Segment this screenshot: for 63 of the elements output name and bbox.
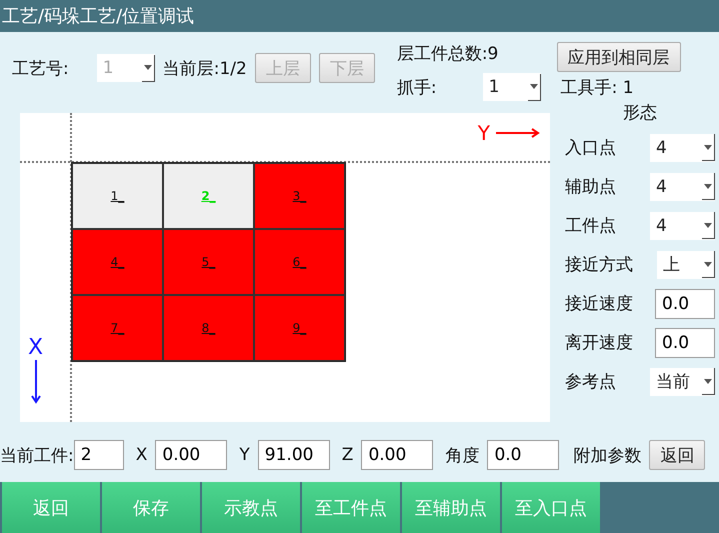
caret-icon (704, 144, 712, 150)
cell-number: 1_ (110, 189, 124, 203)
dropdown[interactable]: 当前 (650, 368, 715, 396)
cell-number: 4_ (110, 255, 124, 269)
workpiece-cell[interactable]: 1_ (72, 163, 163, 229)
extra-params-label: 附加参数 (573, 444, 642, 466)
coordinate-label: 当前工件: (0, 444, 74, 466)
layer-text: 当前层:1/2 (162, 58, 247, 80)
posture-label: 接近方式 (565, 254, 633, 276)
posture-label: 工件点 (565, 215, 616, 237)
apply-button[interactable]: 应用到相同层 (556, 42, 681, 72)
posture-title: 形态 (623, 102, 657, 124)
workpiece-cell[interactable]: 9_ (254, 295, 345, 361)
caret-icon (704, 184, 712, 188)
input-field[interactable]: 0.00 (155, 440, 228, 470)
caret-icon (704, 222, 712, 228)
cell-number: 7_ (110, 321, 124, 335)
workpiece-cell[interactable]: 6_ (254, 229, 345, 295)
cell-number: 5_ (202, 255, 216, 269)
workpiece-cell[interactable]: 4_ (72, 229, 163, 295)
back-button[interactable]: 返回 (649, 440, 706, 470)
posture-label: 辅助点 (565, 176, 616, 198)
posture-label: 接近速度 (565, 293, 633, 315)
posture-label: 入口点 (565, 137, 616, 159)
input-field[interactable]: 0.0 (487, 440, 560, 470)
y-axis-label: Y (478, 121, 490, 145)
input-field[interactable]: 91.00 (258, 440, 330, 470)
window-title: 工艺/码垛工艺/位置调试 (0, 0, 719, 32)
cell-number: 8_ (202, 321, 216, 335)
cell-number: 2_ (201, 189, 216, 203)
caret-icon (144, 65, 152, 70)
workpiece-cell[interactable]: 8_ (163, 295, 254, 361)
dropdown[interactable]: 4 (650, 134, 715, 162)
caret-icon (530, 84, 538, 89)
tool-text: 工具手: 1 (560, 77, 634, 99)
cell-number: 3_ (292, 189, 306, 203)
craft-label: 工艺号: (12, 58, 69, 80)
total-text: 层工件总数:9 (396, 43, 500, 65)
gripper-label: 抓手: (396, 76, 437, 98)
coordinate-label: Y (239, 445, 250, 465)
input-field[interactable]: 2 (74, 440, 124, 470)
coordinate-label: Z (342, 445, 354, 465)
down-arrow-icon (30, 360, 41, 404)
workpiece-cell[interactable]: 3_ (254, 163, 345, 229)
input-field[interactable]: 0.0 (655, 288, 715, 318)
input-field[interactable]: 0.00 (361, 440, 434, 470)
posture-label: 离开速度 (565, 332, 633, 354)
caret-icon (704, 262, 712, 266)
cell-number: 6_ (292, 255, 306, 269)
coordinate-label: 角度 (445, 444, 480, 466)
dropdown[interactable]: 1 (482, 73, 541, 101)
input-field[interactable]: 0.0 (655, 328, 715, 358)
x-axis-label: X (28, 335, 44, 360)
coordinate-label: X (136, 445, 148, 465)
dropdown[interactable]: 4 (650, 172, 715, 200)
posture-label: 参考点 (565, 371, 616, 393)
right-arrow-icon (496, 128, 542, 138)
dropdown[interactable]: 4 (650, 212, 715, 240)
caret-icon (704, 378, 712, 384)
cell-number: 9_ (292, 321, 306, 335)
workpiece-cell[interactable]: 7_ (72, 295, 163, 361)
dropdown[interactable]: 上 (657, 250, 715, 278)
workpiece-cell[interactable]: 5_ (163, 229, 254, 295)
